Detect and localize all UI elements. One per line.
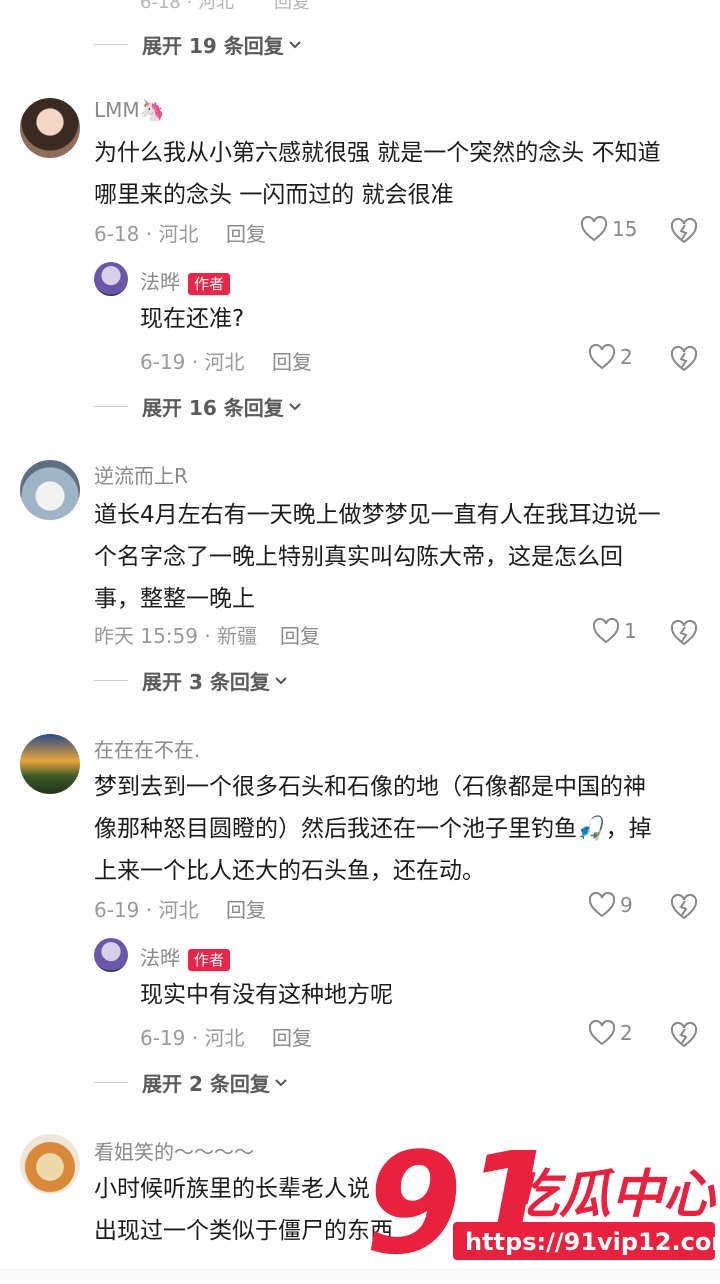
like-button[interactable]: 1 [592, 618, 637, 644]
prev-comment-reply-button[interactable]: 回复 [274, 0, 310, 14]
heart-icon [588, 344, 616, 370]
author-avatar[interactable] [94, 938, 128, 972]
comment-meta: 昨天 15:59 · 新疆 [94, 624, 258, 648]
reply-username[interactable]: 法晔 作者 [140, 266, 231, 295]
user-avatar[interactable] [20, 98, 80, 158]
expand-replies-button[interactable]: 展开 19 条回复 [94, 30, 302, 59]
like-button[interactable]: 9 [588, 892, 633, 918]
user-avatar[interactable] [20, 734, 80, 794]
comment-username[interactable]: 在在在不在. [94, 734, 200, 763]
reply-button[interactable]: 回复 [226, 894, 266, 923]
heart-icon [588, 892, 616, 918]
user-avatar[interactable] [20, 460, 80, 520]
like-button[interactable]: 2 [588, 344, 633, 370]
expand-replies-button[interactable]: 展开 3 条回复 [94, 666, 288, 695]
comment-content: 梦到去到一个很多石头和石像的地（石像都是中国的神 像那种怒目圆瞪的）然后我还在一… [94, 774, 652, 884]
chevron-down-icon [289, 402, 301, 410]
chevron-down-icon [275, 676, 287, 684]
like-count: 1 [624, 619, 637, 643]
reply-button[interactable]: 回复 [272, 1022, 312, 1051]
comment-meta: 6-18 · 河北 [94, 222, 199, 246]
author-badge: 作者 [188, 949, 231, 971]
watermark-logo: 91 吃瓜中心 https://91vip12.com [365, 1120, 720, 1284]
like-button[interactable]: 2 [588, 1020, 633, 1046]
reply-content: 现实中有没有这种地方呢 [140, 982, 393, 1008]
dislike-icon[interactable] [670, 218, 698, 244]
comment-content: 道长4月左右有一天晚上做梦梦见一直有人在我耳边说一 个名字念了一晚上特别真实叫勾… [94, 502, 661, 612]
like-count: 2 [620, 1021, 633, 1045]
heart-icon [592, 618, 620, 644]
like-count: 15 [612, 217, 638, 241]
watermark-title: 吃瓜中心 [507, 1165, 717, 1225]
dislike-icon[interactable] [670, 1022, 698, 1048]
reply-username-text: 法晔 [140, 270, 180, 294]
reply-username[interactable]: 法晔 作者 [140, 942, 231, 971]
comment-username[interactable]: 看姐笑的～～～～ [94, 1136, 254, 1165]
author-avatar[interactable] [94, 262, 128, 296]
heart-icon [580, 216, 608, 242]
reply-meta: 6-19 · 河北 [140, 350, 245, 374]
expand-replies-button[interactable]: 展开 16 条回复 [94, 392, 302, 421]
comment-username[interactable]: LMM🦄 [94, 98, 165, 122]
expand-replies-label: 展开 2 条回复 [142, 1072, 270, 1096]
like-count: 9 [620, 893, 633, 917]
comment-meta: 6-19 · 河北 [94, 898, 199, 922]
reply-username-text: 法晔 [140, 946, 180, 970]
reply-meta: 6-19 · 河北 [140, 1026, 245, 1050]
reply-content: 现在还准? [140, 306, 245, 332]
comment-content: 为什么我从小第六感就很强 就是一个突然的念头 不知道 哪里来的念头 一闪而过的 … [94, 140, 661, 208]
like-button[interactable]: 15 [580, 216, 637, 242]
dislike-icon[interactable] [670, 346, 698, 372]
chevron-down-icon [275, 1078, 287, 1086]
heart-icon [588, 1020, 616, 1046]
expand-replies-label: 展开 19 条回复 [142, 34, 284, 58]
user-avatar[interactable] [20, 1134, 80, 1194]
dislike-icon[interactable] [670, 894, 698, 920]
comment-username[interactable]: 逆流而上R [94, 460, 188, 489]
author-badge: 作者 [188, 273, 231, 295]
expand-replies-label: 展开 3 条回复 [142, 670, 270, 694]
reply-button[interactable]: 回复 [226, 218, 266, 247]
reply-button[interactable]: 回复 [272, 346, 312, 375]
expand-replies-label: 展开 16 条回复 [142, 396, 284, 420]
prev-comment-meta: 6-18 · 河北 [140, 0, 235, 13]
reply-button[interactable]: 回复 [280, 620, 320, 649]
chevron-down-icon [289, 40, 301, 48]
like-count: 2 [620, 345, 633, 369]
dislike-icon[interactable] [670, 620, 698, 646]
bottom-input-bar[interactable] [0, 1268, 720, 1280]
expand-replies-button[interactable]: 展开 2 条回复 [94, 1068, 288, 1097]
watermark-url: https://91vip12.com [465, 1228, 720, 1256]
